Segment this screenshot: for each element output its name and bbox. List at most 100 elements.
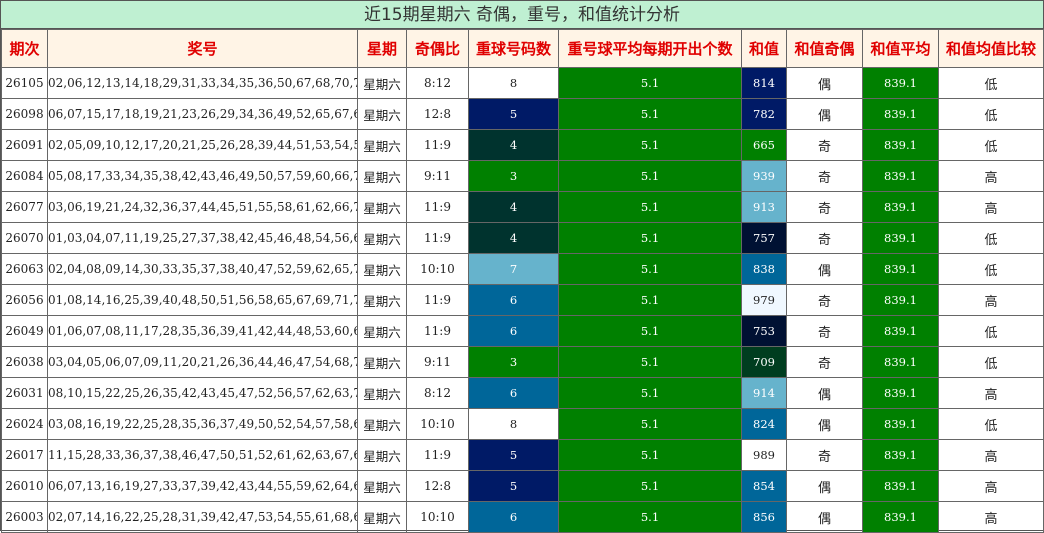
odd-even-cell: 9:11 bbox=[406, 346, 469, 378]
sum-cell: 665 bbox=[741, 129, 787, 161]
odd-even-cell: 11:9 bbox=[406, 129, 469, 161]
odd-even-cell: 8:12 bbox=[406, 377, 469, 409]
sum-cell: 856 bbox=[741, 501, 787, 533]
odd-even-cell: 11:9 bbox=[406, 315, 469, 347]
sum-cell: 757 bbox=[741, 222, 787, 254]
repeat-count-cell: 4 bbox=[468, 191, 559, 223]
repeat-average-cell: 5.1 bbox=[558, 98, 742, 130]
sum-cell: 753 bbox=[741, 315, 787, 347]
week-cell: 星期六 bbox=[357, 501, 407, 533]
sum-cell: 782 bbox=[741, 98, 787, 130]
issue-cell: 26056 bbox=[1, 284, 48, 316]
repeat-count-cell: 5 bbox=[468, 470, 559, 502]
sum-parity-cell: 奇 bbox=[786, 346, 863, 378]
numbers-cell: 03,08,16,19,22,25,28,35,36,37,49,50,52,5… bbox=[47, 408, 358, 440]
col-header-issue: 期次 bbox=[1, 29, 48, 68]
sum-average-cell: 839.1 bbox=[862, 129, 939, 161]
odd-even-cell: 10:10 bbox=[406, 408, 469, 440]
col-header-repeat-average: 重号球平均每期开出个数 bbox=[558, 29, 742, 68]
sum-cell: 979 bbox=[741, 284, 787, 316]
sum-average-cell: 839.1 bbox=[862, 377, 939, 409]
table-row: 26091 02,05,09,10,12,17,20,21,25,26,28,39… bbox=[1, 129, 1044, 161]
sum-parity-cell: 奇 bbox=[786, 439, 863, 471]
sum-average-cell: 839.1 bbox=[862, 408, 939, 440]
repeat-average-cell: 5.1 bbox=[558, 377, 742, 409]
sum-compare-cell: 低 bbox=[938, 98, 1044, 130]
issue-cell: 26049 bbox=[1, 315, 48, 347]
odd-even-cell: 12:8 bbox=[406, 470, 469, 502]
numbers-cell: 01,08,14,16,25,39,40,48,50,51,56,58,65,6… bbox=[47, 284, 358, 316]
sum-parity-cell: 偶 bbox=[786, 408, 863, 440]
numbers-cell: 08,10,15,22,25,26,35,42,43,45,47,52,56,5… bbox=[47, 377, 358, 409]
numbers-cell: 06,07,15,17,18,19,21,23,26,29,34,36,49,5… bbox=[47, 98, 358, 130]
sum-average-cell: 839.1 bbox=[862, 160, 939, 192]
odd-even-cell: 8:12 bbox=[406, 67, 469, 99]
col-header-sum: 和值 bbox=[741, 29, 787, 68]
week-cell: 星期六 bbox=[357, 470, 407, 502]
week-cell: 星期六 bbox=[357, 346, 407, 378]
table-row: 26010 06,07,13,16,19,27,33,37,39,42,43,44… bbox=[1, 470, 1044, 502]
table-row: 26056 01,08,14,16,25,39,40,48,50,51,56,58… bbox=[1, 284, 1044, 316]
table-row: 26049 01,06,07,08,11,17,28,35,36,39,41,42… bbox=[1, 315, 1044, 347]
table-row: 26038 03,04,05,06,07,09,11,20,21,26,36,44… bbox=[1, 346, 1044, 378]
repeat-count-cell: 3 bbox=[468, 346, 559, 378]
repeat-count-cell: 7 bbox=[468, 253, 559, 285]
col-header-sum-parity: 和值奇偶 bbox=[786, 29, 863, 68]
sum-average-cell: 839.1 bbox=[862, 67, 939, 99]
issue-cell: 26091 bbox=[1, 129, 48, 161]
sum-average-cell: 839.1 bbox=[862, 253, 939, 285]
odd-even-cell: 11:9 bbox=[406, 222, 469, 254]
table-row: 26070 01,03,04,07,11,19,25,27,37,38,42,45… bbox=[1, 222, 1044, 254]
page-title: 近15期星期六 奇偶，重号，和值统计分析 bbox=[1, 1, 1043, 29]
issue-cell: 26063 bbox=[1, 253, 48, 285]
numbers-cell: 06,07,13,16,19,27,33,37,39,42,43,44,55,5… bbox=[47, 470, 358, 502]
sum-compare-cell: 高 bbox=[938, 501, 1044, 533]
numbers-cell: 01,06,07,08,11,17,28,35,36,39,41,42,44,4… bbox=[47, 315, 358, 347]
sum-cell: 854 bbox=[741, 470, 787, 502]
sum-cell: 913 bbox=[741, 191, 787, 223]
sum-cell: 814 bbox=[741, 67, 787, 99]
sum-parity-cell: 偶 bbox=[786, 377, 863, 409]
repeat-count-cell: 6 bbox=[468, 284, 559, 316]
issue-cell: 26017 bbox=[1, 439, 48, 471]
sum-compare-cell: 高 bbox=[938, 160, 1044, 192]
col-header-sum-average: 和值平均 bbox=[862, 29, 939, 68]
stats-panel: 近15期星期六 奇偶，重号，和值统计分析 期次 奖号 星期 奇偶比 重球号码数 … bbox=[0, 0, 1044, 533]
repeat-count-cell: 8 bbox=[468, 67, 559, 99]
repeat-average-cell: 5.1 bbox=[558, 439, 742, 471]
sum-cell: 824 bbox=[741, 408, 787, 440]
sum-parity-cell: 偶 bbox=[786, 67, 863, 99]
sum-compare-cell: 高 bbox=[938, 284, 1044, 316]
numbers-cell: 02,06,12,13,14,18,29,31,33,34,35,36,50,6… bbox=[47, 67, 358, 99]
odd-even-cell: 12:8 bbox=[406, 98, 469, 130]
week-cell: 星期六 bbox=[357, 253, 407, 285]
sum-average-cell: 839.1 bbox=[862, 501, 939, 533]
sum-average-cell: 839.1 bbox=[862, 439, 939, 471]
sum-compare-cell: 高 bbox=[938, 377, 1044, 409]
week-cell: 星期六 bbox=[357, 377, 407, 409]
issue-cell: 26024 bbox=[1, 408, 48, 440]
sum-compare-cell: 高 bbox=[938, 439, 1044, 471]
odd-even-cell: 11:9 bbox=[406, 284, 469, 316]
sum-parity-cell: 奇 bbox=[786, 315, 863, 347]
repeat-average-cell: 5.1 bbox=[558, 408, 742, 440]
repeat-average-cell: 5.1 bbox=[558, 160, 742, 192]
issue-cell: 26031 bbox=[1, 377, 48, 409]
col-header-repeat-count: 重球号码数 bbox=[468, 29, 559, 68]
repeat-average-cell: 5.1 bbox=[558, 253, 742, 285]
week-cell: 星期六 bbox=[357, 191, 407, 223]
week-cell: 星期六 bbox=[357, 160, 407, 192]
table-row: 26063 02,04,08,09,14,30,33,35,37,38,40,47… bbox=[1, 253, 1044, 285]
col-header-sum-compare: 和值均值比较 bbox=[938, 29, 1044, 68]
repeat-average-cell: 5.1 bbox=[558, 191, 742, 223]
repeat-average-cell: 5.1 bbox=[558, 67, 742, 99]
numbers-cell: 03,06,19,21,24,32,36,37,44,45,51,55,58,6… bbox=[47, 191, 358, 223]
sum-average-cell: 839.1 bbox=[862, 222, 939, 254]
week-cell: 星期六 bbox=[357, 315, 407, 347]
sum-compare-cell: 高 bbox=[938, 191, 1044, 223]
col-header-week: 星期 bbox=[357, 29, 407, 68]
issue-cell: 26077 bbox=[1, 191, 48, 223]
issue-cell: 26003 bbox=[1, 501, 48, 533]
sum-parity-cell: 奇 bbox=[786, 129, 863, 161]
repeat-average-cell: 5.1 bbox=[558, 315, 742, 347]
